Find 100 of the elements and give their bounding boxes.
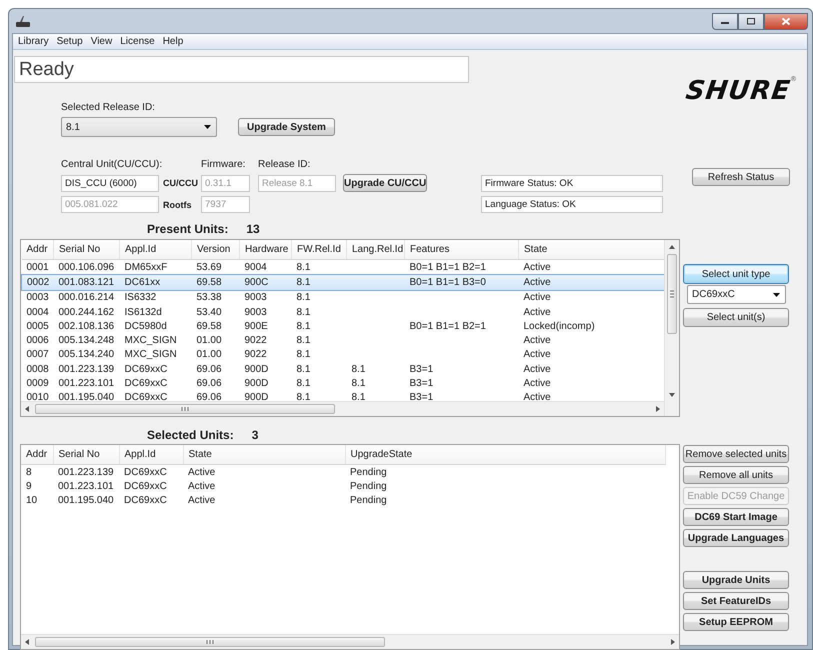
table-cell: 9003	[244, 292, 267, 304]
action-button[interactable]: Upgrade Languages	[683, 529, 789, 547]
table-cell: 900C	[244, 276, 268, 288]
menu-item[interactable]: License	[116, 36, 159, 47]
maximize-icon	[746, 17, 756, 25]
table-cell: 005.134.248	[58, 335, 114, 346]
maximize-button[interactable]	[738, 12, 764, 30]
column-header[interactable]: UpgradeState	[345, 445, 665, 464]
selected-row[interactable]: 0002 001.083.121 DC61xx 69.58 900C 8.1 B0=1 B1=1 B3=0 Active	[22, 274, 664, 290]
table-cell: B3=1	[410, 378, 434, 390]
column-header[interactable]: Addr	[22, 240, 54, 260]
table-cell: DC5980d	[124, 320, 167, 332]
table-cell: 0003	[26, 292, 49, 304]
menu-item[interactable]: Library	[14, 36, 53, 47]
table-cell: 8.1	[352, 378, 366, 390]
table-cell: 69.06	[196, 378, 222, 390]
horizontal-scrollbar[interactable]	[21, 401, 664, 416]
table-cell: 8.1	[352, 392, 366, 401]
column-header[interactable]: Appl.Id	[120, 240, 192, 260]
column-header[interactable]: Appl.Id	[119, 445, 183, 464]
firmware-status-field: Firmware Status: OK	[481, 174, 663, 192]
upgrade-system-button[interactable]: Upgrade System	[238, 118, 335, 136]
table-cell: 0010	[26, 392, 49, 401]
action-button[interactable]: Upgrade Units	[683, 571, 789, 589]
field-label: CU/CCU	[162, 178, 199, 188]
table-cell: 0002	[27, 276, 50, 288]
table-cell: MXC_SIGN	[124, 335, 177, 346]
section-heading: Present Units:	[147, 222, 228, 236]
table-cell: 001.195.040	[58, 392, 114, 401]
upgrade-cu-button[interactable]: Upgrade CU/CCU	[343, 174, 427, 192]
table-cell: DC69xxC	[124, 378, 168, 390]
column-header[interactable]: State	[183, 445, 345, 464]
field-label: Selected Release ID:	[61, 102, 156, 113]
table-cell: 8.1	[296, 320, 310, 332]
action-button[interactable]: Remove selected units	[683, 445, 789, 463]
menu-item[interactable]: Help	[158, 36, 188, 47]
table-cell: 0006	[26, 335, 49, 346]
table-cell: 001.223.101	[58, 378, 114, 390]
column-header[interactable]: Version	[192, 240, 240, 260]
action-button[interactable]: Remove all units	[683, 466, 789, 484]
select-unit-type-button[interactable]: Select unit type	[683, 264, 789, 284]
column-header[interactable]: Lang.Rel.Id	[346, 240, 404, 260]
table-cell: Pending	[350, 466, 387, 478]
column-header[interactable]: Serial No	[54, 240, 120, 260]
table-cell: 001.223.139	[58, 466, 114, 478]
column-header[interactable]: FW.Rel.Id	[292, 240, 346, 260]
unit-count: 3	[252, 428, 258, 442]
table-cell: B0=1 B1=1 B2=1	[410, 262, 486, 273]
table-cell: 000.244.162	[58, 306, 114, 318]
table-cell: B0=1 B1=1 B3=0	[410, 276, 486, 288]
column-header[interactable]: Addr	[21, 445, 53, 464]
table-cell: Active	[524, 292, 551, 304]
table-cell: 9022	[244, 349, 267, 360]
table-cell: Active	[524, 276, 551, 288]
table-cell: 0001	[26, 262, 49, 273]
column-header[interactable]: State	[518, 240, 664, 260]
column-header[interactable]: Serial No	[53, 445, 119, 464]
action-button[interactable]: DC69 Start Image	[683, 508, 789, 526]
minimize-button[interactable]	[712, 12, 738, 30]
table-cell: DC61xx	[124, 276, 160, 288]
language-status-field: Language Status: OK	[481, 196, 663, 213]
unit-name-field[interactable]: DIS_CCU (6000)	[61, 174, 159, 192]
table-cell: 0008	[26, 364, 49, 375]
refresh-status-button[interactable]: Refresh Status	[692, 168, 790, 186]
table-cell: Active	[188, 480, 216, 492]
unit-count: 13	[246, 222, 260, 236]
field-label: Rootfs	[162, 200, 192, 210]
dropdown-value: 8.1	[66, 122, 81, 132]
table-cell: Active	[524, 335, 551, 346]
menu-item[interactable]: Setup	[52, 36, 87, 47]
action-button[interactable]: Set FeatureIDs	[683, 592, 789, 610]
table-cell: B3=1	[410, 392, 434, 401]
table-cell: Active	[524, 306, 551, 318]
table-cell: 8.1	[296, 392, 310, 401]
table-cell: 8.1	[296, 378, 310, 390]
table-cell: 9004	[244, 262, 267, 273]
close-button[interactable]	[764, 12, 808, 30]
horizontal-scrollbar[interactable]	[21, 634, 679, 649]
table-cell: DC69xxC	[124, 495, 167, 506]
menu-item[interactable]: View	[86, 36, 116, 47]
table-cell: B0=1 B1=1 B2=1	[410, 320, 486, 332]
column-header[interactable]: Hardware	[240, 240, 292, 260]
vertical-scrollbar[interactable]	[664, 240, 679, 416]
table-cell: 8.1	[296, 364, 310, 375]
table-cell: 8.1	[296, 292, 310, 304]
table-cell: 9022	[244, 335, 267, 346]
table-cell: 69.58	[196, 276, 222, 288]
table-cell: IS6132d	[124, 306, 162, 318]
table-cell: 000.016.214	[58, 292, 114, 304]
table-cell: IS6332	[124, 292, 156, 304]
field-label: Firmware:	[201, 159, 246, 170]
action-button[interactable]: Setup EEPROM	[683, 613, 789, 631]
table-cell: 005.134.240	[58, 349, 114, 360]
table-cell: Active	[188, 466, 216, 478]
table-cell: DM65xxF	[124, 262, 168, 273]
release-dropdown[interactable]: 8.1	[61, 117, 217, 137]
select-units-button[interactable]: Select unit(s)	[683, 308, 789, 327]
table-cell: 001.223.101	[58, 480, 114, 492]
unit-type-dropdown[interactable]: DC69xxC	[687, 285, 786, 304]
column-header[interactable]: Features	[404, 240, 518, 260]
